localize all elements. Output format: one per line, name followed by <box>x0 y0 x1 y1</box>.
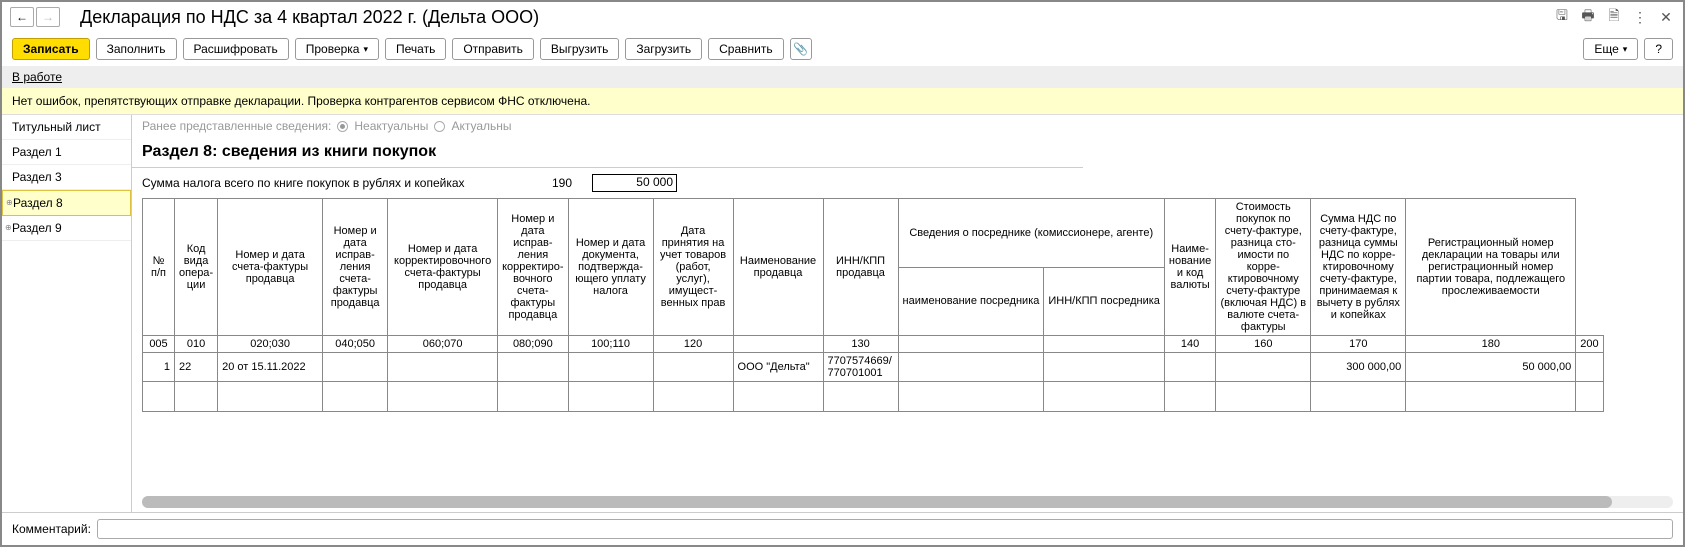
th-agent-name: наименование посредника <box>898 267 1044 336</box>
th-curr: Наиме­нование и код валюты <box>1164 199 1215 336</box>
unload-button[interactable]: Выгрузить <box>540 38 620 60</box>
compare-button[interactable]: Сравнить <box>708 38 783 60</box>
prior-data-row: Ранее представленные сведения: Неактуаль… <box>132 115 1683 137</box>
sidebar-item-sec1[interactable]: Раздел 1 <box>2 140 131 165</box>
table-row-empty[interactable] <box>143 382 1604 412</box>
print-icon[interactable]: 🖶 <box>1579 8 1597 26</box>
th-date: Дата принятия на учет товаров (работ, ус… <box>653 199 733 336</box>
help-button[interactable]: ? <box>1644 38 1673 60</box>
th-cost: Стоимость покупок по счету-фактуре, разн… <box>1216 199 1311 336</box>
radio-actual[interactable] <box>434 121 445 132</box>
section-title: Раздел 8: сведения из книги покупок <box>132 137 1083 168</box>
expand-button[interactable]: Расшифровать <box>183 38 289 60</box>
save-icon[interactable]: 🖫 <box>1553 8 1571 26</box>
sidebar-item-sec8[interactable]: ⊕Раздел 8 <box>2 190 131 216</box>
kebab-icon[interactable]: ⋮ <box>1631 8 1649 26</box>
th-reg: Регистрационный номер декларации на това… <box>1406 199 1576 336</box>
fill-button[interactable]: Заполнить <box>96 38 177 60</box>
prior-label: Ранее представленные сведения: <box>142 119 331 133</box>
th-agent-inn: ИНН/КПП посредника <box>1044 267 1165 336</box>
sidebar-item-title[interactable]: Титульный лист <box>2 115 131 140</box>
th-inn: ИНН/КПП продавца <box>823 199 898 336</box>
send-button[interactable]: Отправить <box>452 38 534 60</box>
sum-label: Сумма налога всего по книге покупок в ру… <box>142 176 532 190</box>
preview-icon[interactable]: 🗎 <box>1605 8 1623 26</box>
attach-icon[interactable]: 📎 <box>790 38 812 60</box>
status-link[interactable]: В работе <box>12 70 62 84</box>
print-button[interactable]: Печать <box>385 38 446 60</box>
status-bar: В работе <box>2 66 1683 88</box>
sum-value[interactable]: 50 000 <box>592 174 677 192</box>
th-agent: Сведения о посреднике (комиссионере, аге… <box>898 199 1164 268</box>
window-title: Декларация по НДС за 4 квартал 2022 г. (… <box>80 7 1553 28</box>
nav-forward[interactable]: → <box>36 7 60 27</box>
info-banner: Нет ошибок, препятствующих отправке декл… <box>2 88 1683 115</box>
sidebar-item-sec9[interactable]: ⊕Раздел 9 <box>2 216 131 241</box>
load-button[interactable]: Загрузить <box>625 38 702 60</box>
purchases-table: № п/п Код вида опера­ции Номер и дата сч… <box>142 198 1604 412</box>
sidebar: Титульный лист Раздел 1 Раздел 3 ⊕Раздел… <box>2 115 132 512</box>
more-button[interactable]: Еще▾ <box>1583 38 1638 60</box>
close-icon[interactable]: ✕ <box>1657 8 1675 26</box>
codes-row: 005 010 020;030 040;050 060;070 080;090 … <box>143 336 1604 353</box>
comment-input[interactable] <box>97 519 1673 539</box>
th-seller: Наименование продавца <box>733 199 823 336</box>
nav-back[interactable]: ← <box>10 7 34 27</box>
horizontal-scrollbar[interactable] <box>142 496 1673 508</box>
sidebar-item-sec3[interactable]: Раздел 3 <box>2 165 131 190</box>
th-corr: Номер и дата исправ­ления счета-фактуры … <box>323 199 388 336</box>
th-corr2: Номер и дата корректировочного счета-фак… <box>388 199 498 336</box>
th-paydoc: Номер и дата документа, подтвержда­ющего… <box>568 199 653 336</box>
th-n: № п/п <box>143 199 175 336</box>
comment-label: Комментарий: <box>12 522 91 536</box>
radio-not-actual[interactable] <box>337 121 348 132</box>
check-button[interactable]: Проверка▾ <box>295 38 379 60</box>
write-button[interactable]: Записать <box>12 38 90 60</box>
sum-code: 190 <box>542 176 582 190</box>
th-sf: Номер и дата счета-фактуры продавца <box>218 199 323 336</box>
th-nds: Сумма НДС по счету-фактуре, разница сумм… <box>1311 199 1406 336</box>
table-row[interactable]: 1 22 20 от 15.11.2022 ООО "Дельта" 77075… <box>143 353 1604 382</box>
th-op: Код вида опера­ции <box>175 199 218 336</box>
th-corr3: Номер и дата исправ­ления корректиро­воч… <box>498 199 568 336</box>
